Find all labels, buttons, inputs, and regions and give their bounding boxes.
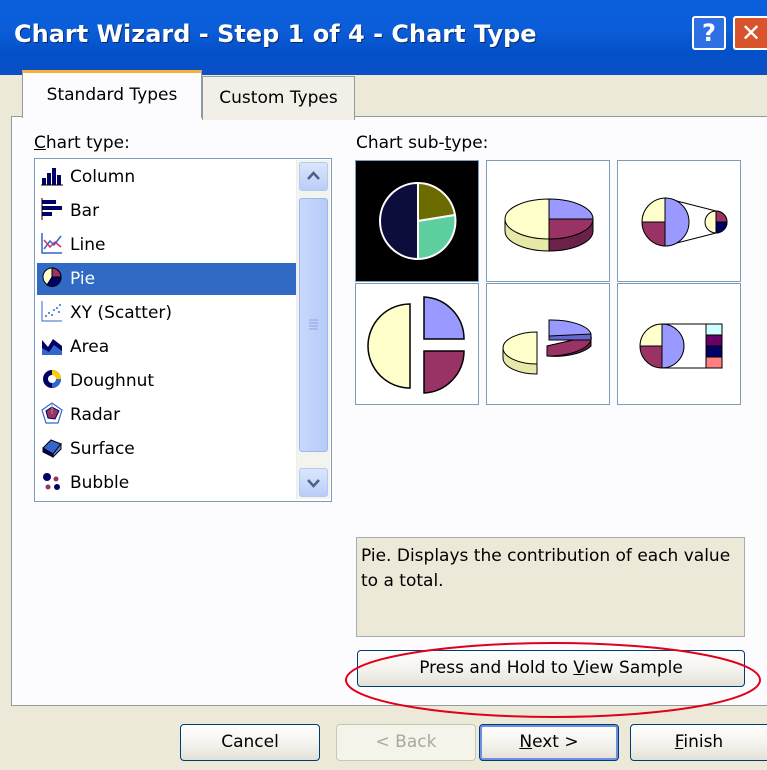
chart-subtype-label: Chart sub-type: xyxy=(356,133,489,153)
subtype-pie-of-pie[interactable] xyxy=(617,160,741,282)
exploded-pie-subtype-icon xyxy=(367,296,465,394)
scatter-chart-icon xyxy=(41,301,62,322)
list-item-label: Line xyxy=(70,235,106,255)
list-item-bar[interactable]: Bar xyxy=(37,195,299,227)
chart-description: Pie. Displays the contribution of each v… xyxy=(356,537,745,637)
help-button[interactable]: ? xyxy=(692,16,726,50)
chevron-down-icon xyxy=(307,479,320,488)
subtype-pie-3d[interactable] xyxy=(486,160,610,282)
list-item-area[interactable]: Area xyxy=(37,331,299,363)
list-item-radar[interactable]: Radar xyxy=(37,399,299,431)
line-chart-icon xyxy=(41,233,62,254)
finish-button[interactable]: Finish xyxy=(630,724,767,761)
tab-standard-types[interactable]: Standard Types xyxy=(22,70,202,118)
chevron-up-icon xyxy=(307,171,320,180)
subtype-bar-of-pie[interactable] xyxy=(617,283,741,405)
bar-chart-icon xyxy=(41,198,62,220)
pie-3d-subtype-icon xyxy=(504,198,594,252)
grip-icon xyxy=(309,319,318,330)
pie-of-pie-subtype-icon xyxy=(641,197,728,247)
list-item-label: Bubble xyxy=(70,473,130,493)
list-item-label: Bar xyxy=(70,201,100,221)
next-button[interactable]: Next > xyxy=(479,724,619,761)
subtype-exploded-pie-3d[interactable] xyxy=(486,283,610,405)
pie-chart-icon xyxy=(42,267,62,288)
list-item-label: XY (Scatter) xyxy=(70,303,173,323)
bubble-chart-icon xyxy=(43,473,60,490)
scroll-up-button[interactable] xyxy=(299,162,328,191)
subtype-pie[interactable] xyxy=(355,160,479,282)
subtype-exploded-pie[interactable] xyxy=(355,283,479,405)
bar-of-pie-subtype-icon xyxy=(639,323,723,369)
list-item-column[interactable]: Column xyxy=(37,161,299,193)
scroll-down-button[interactable] xyxy=(299,468,328,497)
list-item-label: Pie xyxy=(67,266,99,292)
radar-chart-icon xyxy=(41,402,63,424)
chart-type-list[interactable]: Column Bar Line Pie XY (Scatter) Area Do… xyxy=(34,158,332,502)
chart-type-label: Chart type: xyxy=(34,133,130,153)
tab-custom-types[interactable]: Custom Types xyxy=(202,76,355,120)
list-item-label: Doughnut xyxy=(70,371,155,391)
list-item-label: Radar xyxy=(70,405,121,425)
chart-subtype-grid xyxy=(355,160,741,426)
area-chart-icon xyxy=(42,339,62,355)
surface-chart-icon xyxy=(42,439,62,458)
list-item-surface[interactable]: Surface xyxy=(37,433,299,465)
scroll-thumb[interactable] xyxy=(299,198,328,452)
back-button[interactable]: < Back xyxy=(336,724,476,761)
window-title: Chart Wizard - Step 1 of 4 - Chart Type xyxy=(14,20,537,48)
view-sample-button[interactable]: Press and Hold to View Sample xyxy=(357,650,745,687)
close-button[interactable]: ✕ xyxy=(733,16,767,50)
list-item-bubble[interactable]: Bubble xyxy=(37,467,299,499)
cancel-button[interactable]: Cancel xyxy=(180,724,320,761)
column-chart-icon xyxy=(41,168,63,186)
pie-subtype-icon xyxy=(379,181,457,261)
exploded-pie-3d-subtype-icon xyxy=(502,319,592,375)
list-item-scatter[interactable]: XY (Scatter) xyxy=(37,297,299,329)
list-item-doughnut[interactable]: Doughnut xyxy=(37,365,299,397)
list-item-pie[interactable]: Pie xyxy=(37,263,299,295)
chart-type-scrollbar[interactable] xyxy=(296,160,330,499)
doughnut-chart-icon xyxy=(43,370,61,388)
list-item-label: Area xyxy=(70,337,110,357)
list-item-label: Column xyxy=(70,167,136,187)
list-item-line[interactable]: Line xyxy=(37,229,299,261)
list-item-label: Surface xyxy=(70,439,135,459)
title-bar: Chart Wizard - Step 1 of 4 - Chart Type … xyxy=(0,0,767,75)
